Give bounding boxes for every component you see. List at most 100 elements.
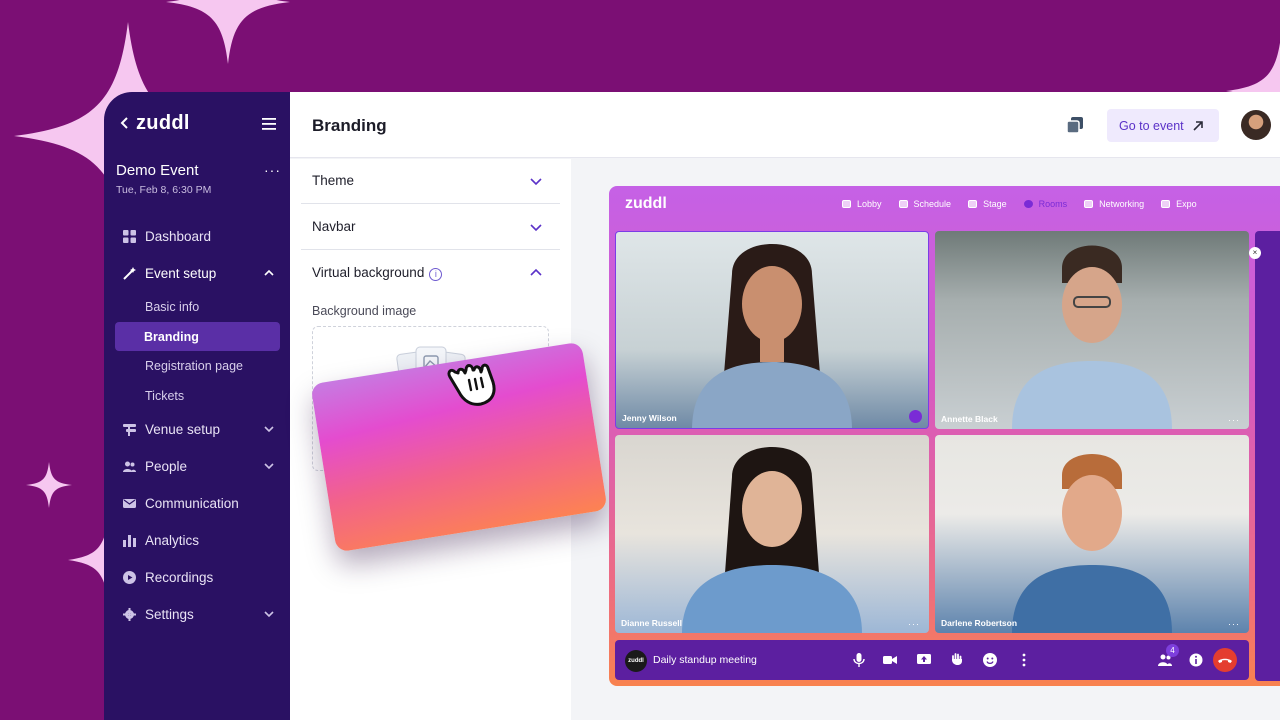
chevron-down-icon[interactable] bbox=[264, 424, 274, 434]
chevron-up-icon bbox=[530, 268, 542, 276]
sidebar-item-settings[interactable]: Settings bbox=[116, 596, 280, 633]
sidebar-item-label: Dashboard bbox=[145, 229, 212, 244]
chat-side-panel[interactable] bbox=[1255, 231, 1280, 681]
preview-nav-rooms[interactable]: Rooms bbox=[1023, 199, 1068, 209]
sidebar-item-label: Analytics bbox=[145, 532, 200, 548]
video-tile[interactable]: Dianne Russell ··· bbox=[615, 435, 929, 633]
phone-hangup-icon bbox=[1218, 658, 1232, 663]
camera-icon[interactable] bbox=[883, 653, 897, 667]
emoji-icon[interactable] bbox=[983, 653, 997, 667]
sidebar-item-label: Communication bbox=[145, 495, 239, 511]
preview-nav-expo[interactable]: Expo bbox=[1161, 199, 1197, 209]
event-name: Demo Event bbox=[116, 162, 199, 179]
end-call-button[interactable] bbox=[1213, 648, 1237, 672]
avatar[interactable] bbox=[1241, 110, 1271, 140]
speaking-indicator-icon bbox=[909, 410, 922, 423]
preview-logo: zuddl bbox=[625, 195, 667, 212]
preview-nav-stage[interactable]: Stage bbox=[968, 199, 1007, 209]
play-icon bbox=[123, 570, 136, 584]
sidebar-item-communication[interactable]: Communication bbox=[116, 485, 280, 522]
nav-label: Rooms bbox=[1038, 199, 1068, 209]
copy-icon[interactable] bbox=[1066, 116, 1084, 134]
event-preview: zuddl Lobby Schedule Stage Rooms Network… bbox=[609, 186, 1280, 686]
sidebar-item-people[interactable]: People bbox=[116, 448, 280, 485]
accordion-label: Virtual background i bbox=[312, 265, 443, 281]
sparkle-decoration bbox=[26, 462, 72, 508]
close-icon[interactable]: × bbox=[1249, 247, 1261, 259]
nav-label: Stage bbox=[983, 199, 1007, 209]
sidebar-subitem-tickets[interactable]: Tickets bbox=[116, 381, 280, 411]
preview-nav-schedule[interactable]: Schedule bbox=[898, 199, 951, 209]
sidebar-item-label: People bbox=[145, 458, 188, 474]
participant-name: Darlene Robertson bbox=[941, 618, 1018, 628]
participant-name: Annette Black bbox=[941, 414, 998, 424]
nav-label: Expo bbox=[1176, 199, 1197, 209]
meeting-title: Daily standup meeting bbox=[653, 654, 757, 666]
chevron-down-icon[interactable] bbox=[264, 461, 274, 471]
venue-icon bbox=[123, 423, 136, 436]
sidebar-item-event-setup[interactable]: Event setup bbox=[116, 255, 280, 292]
background-image-label: Background image bbox=[312, 304, 417, 318]
tile-more-icon[interactable]: ··· bbox=[1228, 415, 1240, 425]
sparkle-decoration bbox=[166, 0, 290, 64]
rooms-icon bbox=[1023, 200, 1033, 208]
info-icon[interactable]: i bbox=[429, 268, 443, 281]
video-tile[interactable]: Darlene Robertson ··· bbox=[935, 435, 1249, 633]
dashboard-icon bbox=[123, 230, 136, 243]
more-options-icon[interactable]: ··· bbox=[264, 162, 281, 178]
sidebar-item-venue-setup[interactable]: Venue setup bbox=[116, 411, 280, 448]
screen-share-icon[interactable] bbox=[917, 653, 931, 667]
chevron-down-icon[interactable] bbox=[264, 609, 274, 619]
accordion-label: Theme bbox=[312, 173, 355, 188]
accordion-navbar[interactable]: Navbar bbox=[301, 205, 560, 250]
raise-hand-icon[interactable] bbox=[950, 653, 964, 667]
stage-icon bbox=[968, 200, 978, 208]
sidebar-item-recordings[interactable]: Recordings bbox=[116, 559, 280, 596]
sidebar-item-dashboard[interactable]: Dashboard bbox=[116, 218, 280, 255]
top-bar: Branding Go to event bbox=[290, 92, 1280, 158]
bar-chart-icon bbox=[123, 534, 136, 547]
participant-photo bbox=[682, 447, 862, 633]
participant-photo bbox=[1012, 454, 1172, 633]
hamburger-menu-icon[interactable] bbox=[262, 118, 276, 130]
grab-hand-cursor-icon bbox=[447, 363, 496, 406]
page-title: Branding bbox=[312, 116, 387, 135]
participant-photo bbox=[692, 244, 852, 428]
networking-icon bbox=[1084, 200, 1094, 208]
accordion-virtual-background[interactable]: Virtual background i bbox=[301, 251, 560, 296]
logo: zuddl bbox=[136, 112, 190, 134]
video-tile[interactable]: Jenny Wilson bbox=[615, 231, 929, 429]
more-vertical-icon[interactable] bbox=[1017, 653, 1031, 667]
info-icon[interactable] bbox=[1189, 653, 1203, 667]
lobby-icon bbox=[842, 200, 851, 208]
go-to-event-label: Go to event bbox=[1119, 118, 1184, 133]
video-tile[interactable]: Annette Black ··· bbox=[935, 231, 1249, 429]
sidebar-item-label: Venue setup bbox=[145, 421, 221, 437]
sidebar-item-label: Settings bbox=[145, 606, 194, 622]
sidebar: zuddl Demo Event Tue, Feb 8, 6:30 PM ···… bbox=[104, 92, 290, 720]
magic-wand-icon bbox=[123, 267, 136, 280]
event-date: Tue, Feb 8, 6:30 PM bbox=[116, 184, 212, 196]
accordion-label-text: Virtual background bbox=[312, 265, 425, 280]
sidebar-subitem-registration-page[interactable]: Registration page bbox=[116, 351, 280, 381]
sidebar-item-label: Event setup bbox=[145, 266, 217, 281]
sidebar-subitem-basic-info[interactable]: Basic info bbox=[116, 292, 280, 322]
nav-label: Lobby bbox=[857, 199, 882, 209]
chevron-up-icon[interactable] bbox=[264, 268, 274, 278]
accordion-theme[interactable]: Theme bbox=[301, 159, 560, 204]
sidebar-item-analytics[interactable]: Analytics bbox=[116, 522, 280, 559]
microphone-icon[interactable] bbox=[852, 653, 866, 667]
participants-count-badge: 4 bbox=[1166, 644, 1179, 657]
expo-icon bbox=[1161, 200, 1171, 208]
tile-more-icon[interactable]: ··· bbox=[908, 619, 920, 629]
preview-nav-networking[interactable]: Networking bbox=[1084, 199, 1144, 209]
sidebar-subitem-branding[interactable]: Branding bbox=[115, 321, 280, 352]
chevron-down-icon bbox=[530, 178, 542, 186]
tile-more-icon[interactable]: ··· bbox=[1228, 619, 1240, 629]
go-to-event-button[interactable]: Go to event bbox=[1107, 109, 1219, 142]
participant-name: Jenny Wilson bbox=[622, 413, 677, 423]
accordion-label: Navbar bbox=[312, 219, 356, 234]
chevron-left-icon[interactable] bbox=[118, 116, 132, 130]
preview-nav-lobby[interactable]: Lobby bbox=[842, 199, 882, 209]
preview-navbar: Lobby Schedule Stage Rooms Networking Ex… bbox=[842, 199, 1214, 209]
